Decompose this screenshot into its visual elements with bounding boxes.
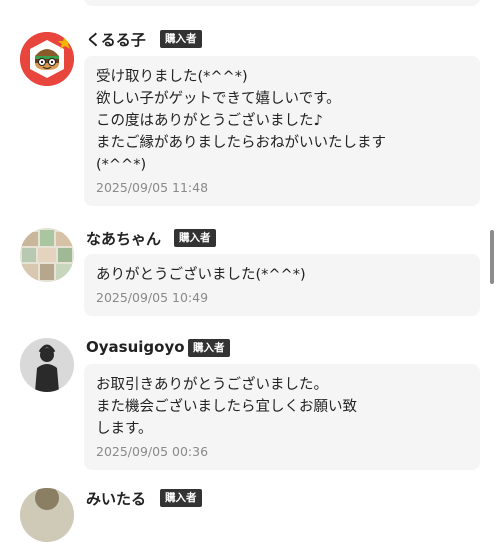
previous-comment-bubble: [84, 0, 480, 6]
partial-avatar-icon: [20, 488, 74, 542]
comment-timestamp: 2025/09/05 10:49: [96, 290, 209, 305]
burger-character-icon: [20, 32, 74, 86]
comment-text: お取引きありがとうございました。 また機会ございましたら宜しくお願い致 します。: [96, 377, 357, 437]
comment-text: ありがとうございました(*^^*): [96, 267, 306, 283]
username[interactable]: くるる子: [86, 29, 146, 50]
username[interactable]: なあちゃん: [86, 228, 161, 249]
username[interactable]: みいたる: [86, 488, 146, 509]
user-avatar[interactable]: [20, 32, 74, 86]
comment-bubble: 受け取りました(*^^*) 欲しい子がゲットできて嬉しいです。 この度はありがと…: [84, 56, 480, 206]
user-avatar[interactable]: [20, 228, 74, 282]
buyer-badge: 購入者: [160, 30, 202, 48]
comment-bubble: ありがとうございました(*^^*) 2025/09/05 10:49: [84, 254, 480, 316]
comment-text: 受け取りました(*^^*) 欲しい子がゲットできて嬉しいです。 この度はありがと…: [96, 69, 386, 173]
buyer-badge: 購入者: [174, 229, 216, 247]
comment-timestamp: 2025/09/05 11:48: [96, 180, 209, 195]
buyer-badge: 購入者: [160, 489, 202, 507]
comment-timestamp: 2025/09/05 00:36: [96, 444, 209, 459]
collage-photo-icon: [20, 228, 74, 282]
person-silhouette-icon: [20, 338, 74, 392]
comment-bubble: お取引きありがとうございました。 また機会ございましたら宜しくお願い致 します。…: [84, 364, 480, 470]
scrollbar[interactable]: [490, 230, 494, 284]
user-avatar[interactable]: [20, 338, 74, 392]
user-avatar[interactable]: [20, 488, 74, 542]
buyer-badge: 購入者: [188, 339, 230, 357]
username[interactable]: Oyasuigoyo: [86, 338, 185, 356]
